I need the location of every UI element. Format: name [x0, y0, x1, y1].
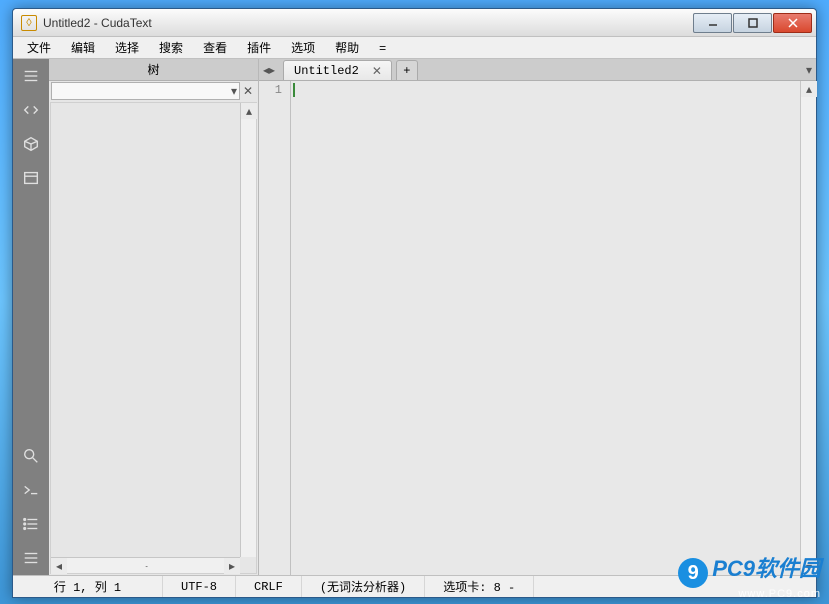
- maximize-button[interactable]: [733, 13, 772, 33]
- cube-icon[interactable]: [14, 128, 48, 160]
- menubar: 文件 编辑 选择 搜索 查看 插件 选项 帮助 =: [13, 37, 816, 59]
- caret: [293, 83, 295, 97]
- status-position[interactable]: 行 1, 列 1: [13, 576, 163, 597]
- editor-area: 1 ▴ ▾: [259, 81, 816, 575]
- tree-header: 树: [49, 59, 258, 81]
- menu-search[interactable]: 搜索: [149, 37, 193, 58]
- app-icon: ◊: [21, 15, 37, 31]
- tree-close-icon[interactable]: ✕: [240, 84, 256, 98]
- tree-panel: 树 ▾ ✕ ▴ ◂ ∙∙∙ ▸: [49, 59, 259, 575]
- tree-combo[interactable]: ▾: [51, 82, 240, 100]
- menu-edit[interactable]: 编辑: [61, 37, 105, 58]
- tree-body[interactable]: ▴ ◂ ∙∙∙ ▸: [50, 102, 257, 574]
- minimize-button[interactable]: [693, 13, 732, 33]
- tree-hscrollbar[interactable]: ◂ ∙∙∙ ▸: [51, 557, 240, 573]
- sidebar: [13, 59, 49, 575]
- tab-overflow-icon[interactable]: ▾: [806, 63, 812, 80]
- tab-close-icon[interactable]: ✕: [369, 64, 385, 78]
- window-icon[interactable]: [14, 162, 48, 194]
- window-controls: [693, 13, 812, 33]
- scroll-track[interactable]: ∙∙∙: [67, 558, 224, 573]
- tab-prev-icon[interactable]: ◂▸: [259, 63, 279, 80]
- editor-pane: ◂▸ Untitled2 ✕ + ▾ 1 ▴ ▾: [259, 59, 816, 575]
- window-title: Untitled2 - CudaText: [43, 16, 693, 30]
- main-area: 树 ▾ ✕ ▴ ◂ ∙∙∙ ▸ ◂▸ Untitled2: [13, 59, 816, 575]
- tree-vscrollbar[interactable]: ▴: [240, 103, 256, 557]
- editor-vscrollbar[interactable]: ▴ ▾: [800, 81, 816, 575]
- menu-options[interactable]: 选项: [281, 37, 325, 58]
- scroll-up-icon[interactable]: ▴: [801, 81, 817, 97]
- statusbar: 行 1, 列 1 UTF-8 CRLF (无词法分析器) 选项卡: 8 -: [13, 575, 816, 597]
- tree-toolbar: ▾ ✕: [49, 81, 258, 101]
- tabbar: ◂▸ Untitled2 ✕ + ▾: [259, 59, 816, 81]
- status-encoding[interactable]: UTF-8: [163, 576, 236, 597]
- search-icon[interactable]: [14, 440, 48, 472]
- line-number: 1: [259, 83, 282, 97]
- menu-file[interactable]: 文件: [17, 37, 61, 58]
- list2-icon[interactable]: [14, 542, 48, 574]
- menu-extra[interactable]: =: [369, 39, 396, 57]
- scroll-left-icon[interactable]: ◂: [51, 558, 67, 574]
- code-icon[interactable]: [14, 94, 48, 126]
- close-button[interactable]: [773, 13, 812, 33]
- menu-view[interactable]: 查看: [193, 37, 237, 58]
- terminal-icon[interactable]: [14, 474, 48, 506]
- list-icon[interactable]: [14, 508, 48, 540]
- tab-label: Untitled2: [294, 64, 359, 78]
- titlebar[interactable]: ◊ Untitled2 - CudaText: [13, 9, 816, 37]
- menu-select[interactable]: 选择: [105, 37, 149, 58]
- scroll-up-icon[interactable]: ▴: [241, 103, 257, 119]
- menu-icon[interactable]: [14, 60, 48, 92]
- status-lexer[interactable]: (无词法分析器): [302, 576, 425, 597]
- tab-active[interactable]: Untitled2 ✕: [283, 60, 392, 80]
- editor[interactable]: [291, 81, 816, 575]
- gutter: 1: [259, 81, 291, 575]
- scroll-right-icon[interactable]: ▸: [224, 558, 240, 574]
- status-line-ending[interactable]: CRLF: [236, 576, 302, 597]
- menu-help[interactable]: 帮助: [325, 37, 369, 58]
- app-window: ◊ Untitled2 - CudaText 文件 编辑 选择 搜索 查看 插件…: [12, 8, 817, 598]
- scroll-down-icon[interactable]: ▾: [801, 559, 817, 575]
- tab-new-button[interactable]: +: [396, 60, 418, 80]
- menu-plugins[interactable]: 插件: [237, 37, 281, 58]
- status-tab-info[interactable]: 选项卡: 8 -: [425, 576, 534, 597]
